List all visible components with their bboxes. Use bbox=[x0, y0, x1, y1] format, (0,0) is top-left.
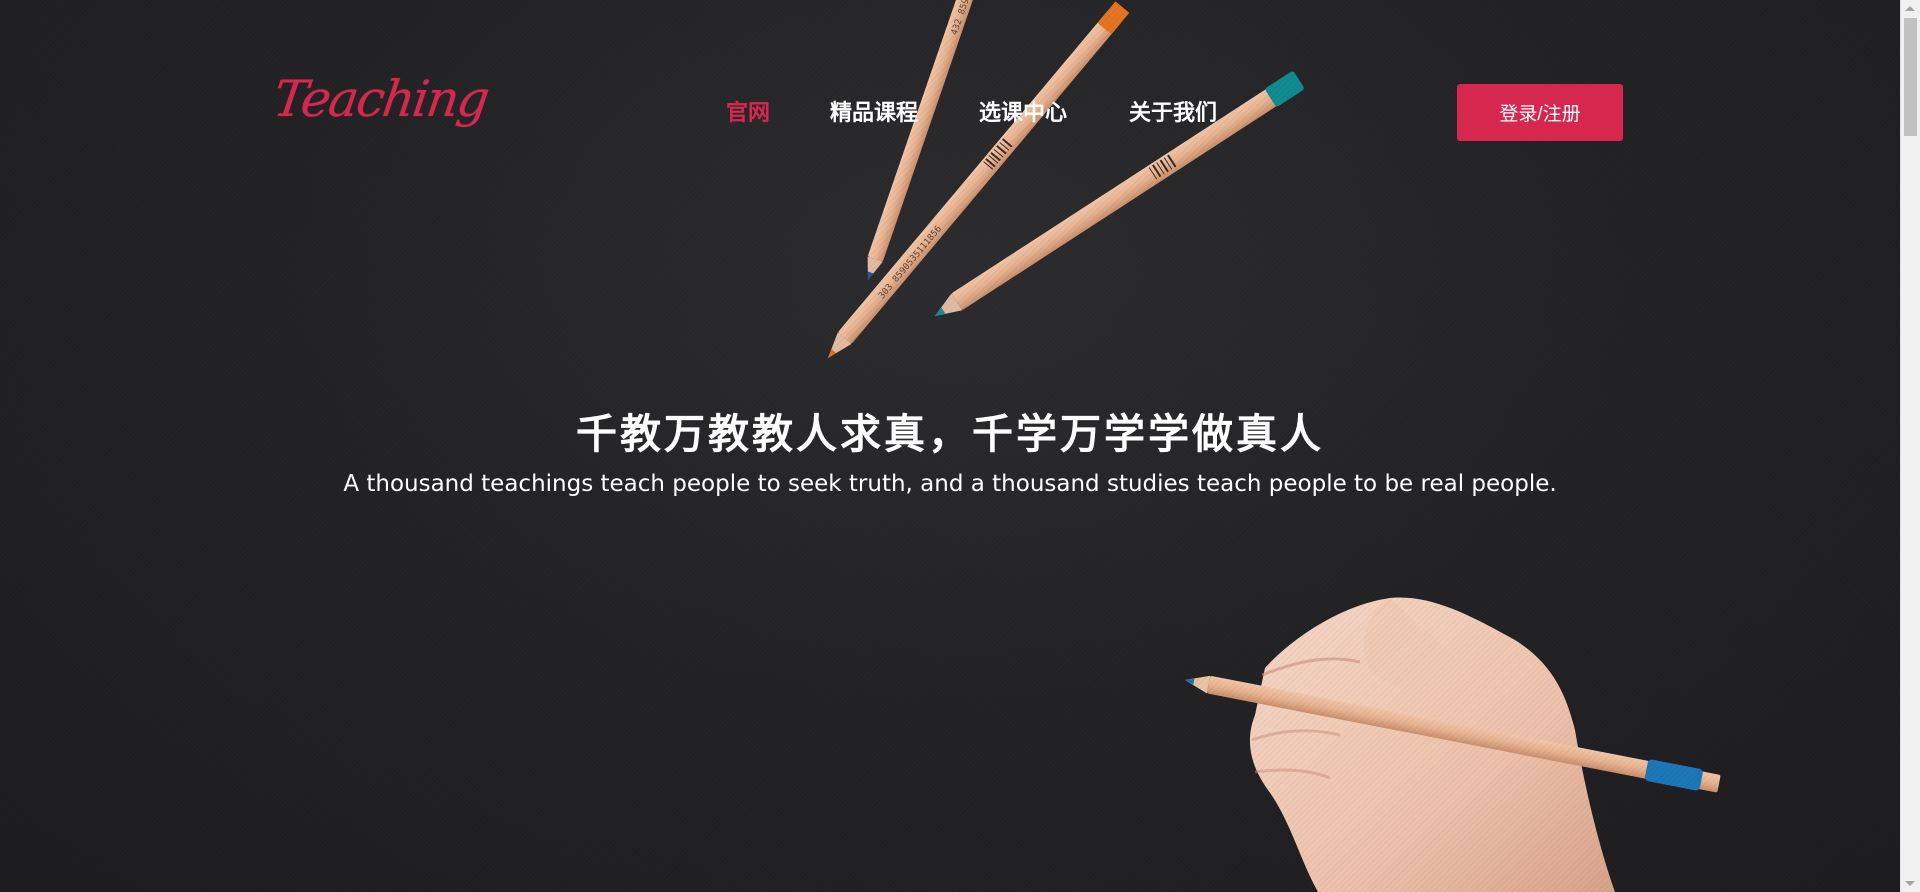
pencil-orange: 303 8590535111856 bbox=[828, 1, 1130, 358]
hero-title: 千教万教教人求真，千学万学学做真人 bbox=[576, 411, 1324, 457]
login-register-button[interactable]: 登录/注册 bbox=[1457, 84, 1623, 141]
page: 432 8590535 303 8590535111856 Teaching 官… bbox=[0, 0, 1920, 892]
nav-item-course-selection[interactable]: 选课中心 bbox=[979, 95, 1067, 127]
nav-item-about-us[interactable]: 关于我们 bbox=[1129, 95, 1217, 127]
logo[interactable]: Teaching bbox=[270, 70, 491, 128]
scroll-down-arrow-icon[interactable] bbox=[1905, 881, 1915, 886]
scroll-up-arrow-icon[interactable] bbox=[1905, 6, 1915, 11]
scroll-thumb[interactable] bbox=[1904, 18, 1917, 136]
nav-item-featured-courses[interactable]: 精品课程 bbox=[830, 95, 918, 127]
hero-subtitle: A thousand teachings teach people to see… bbox=[343, 471, 1557, 497]
vertical-scrollbar[interactable] bbox=[1900, 0, 1920, 892]
hand-with-pencil bbox=[1185, 597, 1721, 892]
nav-item-home[interactable]: 官网 bbox=[726, 95, 770, 127]
